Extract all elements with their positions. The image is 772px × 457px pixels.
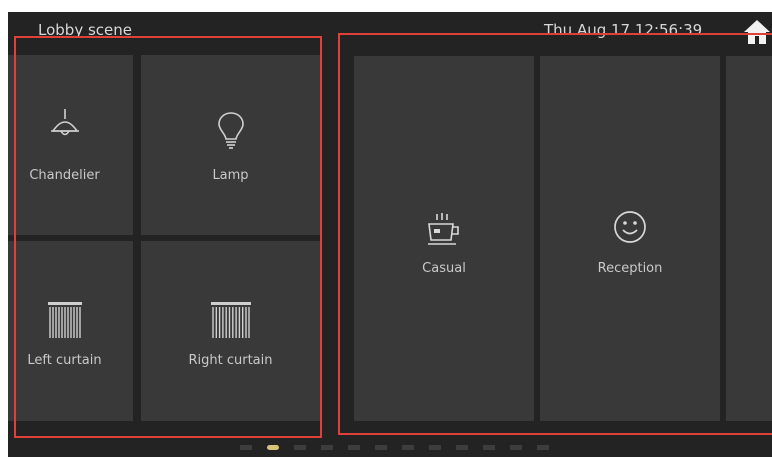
page-dot[interactable] bbox=[321, 445, 333, 450]
smart-home-screen: Lobby scene Thu Aug 17 12:56:39 Chandeli… bbox=[8, 12, 772, 457]
device-label-left-curtain: Left curtain bbox=[27, 353, 102, 368]
page-dot-active[interactable] bbox=[267, 445, 279, 450]
page-dot[interactable] bbox=[375, 445, 387, 450]
scene-tile-casual[interactable]: Casual bbox=[354, 56, 534, 421]
curtain-icon bbox=[210, 302, 251, 338]
page-dot[interactable] bbox=[483, 445, 495, 450]
device-tile-lamp[interactable]: Lamp bbox=[141, 55, 320, 235]
home-icon[interactable] bbox=[742, 18, 772, 46]
page-dot[interactable] bbox=[402, 445, 414, 450]
scene-label-reception: Reception bbox=[597, 261, 663, 276]
smiley-face-icon bbox=[614, 211, 646, 243]
chandelier-icon bbox=[50, 109, 79, 136]
date-time-display: Thu Aug 17 12:56:39 bbox=[544, 21, 703, 39]
scene-tile-partial[interactable] bbox=[726, 56, 772, 421]
coffee-cup-icon bbox=[428, 213, 459, 245]
page-dot[interactable] bbox=[510, 445, 522, 450]
lightbulb-icon bbox=[217, 112, 244, 149]
page-dot[interactable] bbox=[456, 445, 468, 450]
page-dot[interactable] bbox=[240, 445, 252, 450]
device-label-right-curtain: Right curtain bbox=[188, 353, 273, 368]
page-dot[interactable] bbox=[348, 445, 360, 450]
scene-title: Lobby scene bbox=[38, 21, 132, 39]
curtain-icon bbox=[47, 302, 82, 338]
device-tile-left-curtain[interactable]: Left curtain bbox=[8, 241, 133, 421]
device-label-lamp: Lamp bbox=[212, 168, 249, 183]
page-dot[interactable] bbox=[294, 445, 306, 450]
page-dot[interactable] bbox=[537, 445, 549, 450]
device-label-chandelier: Chandelier bbox=[29, 168, 100, 183]
device-tile-right-curtain[interactable]: Right curtain bbox=[141, 241, 320, 421]
device-tile-chandelier[interactable]: Chandelier bbox=[8, 55, 133, 235]
scene-label-casual: Casual bbox=[422, 261, 466, 276]
page-dot[interactable] bbox=[429, 445, 441, 450]
scene-tile-reception[interactable]: Reception bbox=[540, 56, 720, 421]
